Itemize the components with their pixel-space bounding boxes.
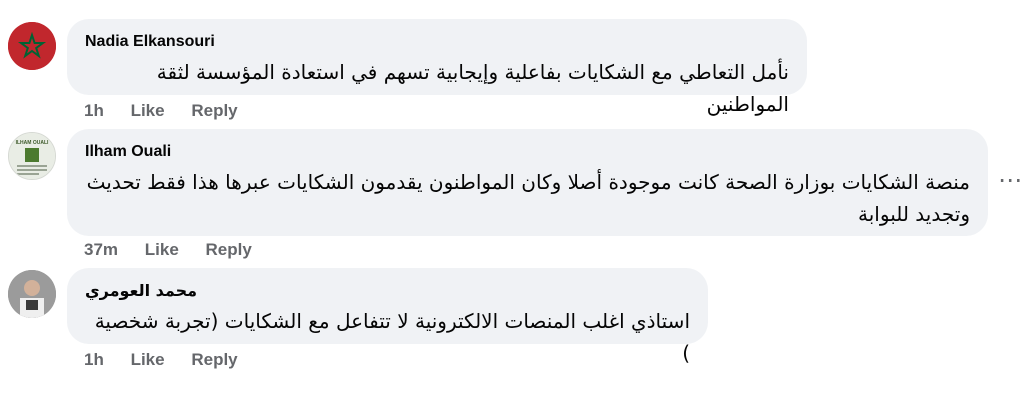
comment-text: منصة الشكايات بوزارة الصحة كانت موجودة أ… — [86, 170, 970, 226]
morocco-flag-icon — [8, 22, 56, 70]
comment-author[interactable]: Nadia Elkansouri — [85, 32, 789, 52]
comment-time[interactable]: 1h — [84, 101, 104, 121]
comment-time[interactable]: 37m — [84, 240, 118, 260]
comment-actions: 1h Like Reply — [84, 101, 260, 121]
comment-time[interactable]: 1h — [84, 350, 104, 370]
avatar-caption: ILHAM OUALI — [16, 140, 49, 146]
avatar-ilham[interactable]: ILHAM OUALI — [8, 132, 56, 180]
comment-author[interactable]: Ilham Ouali — [85, 142, 970, 162]
reply-button[interactable]: Reply — [191, 101, 237, 121]
reply-button[interactable]: Reply — [206, 240, 252, 260]
comment-author[interactable]: محمد العومري — [85, 281, 690, 301]
avatar-mohamed[interactable] — [8, 270, 56, 318]
like-button[interactable]: Like — [131, 350, 165, 370]
comment-actions: 1h Like Reply — [84, 350, 260, 370]
reply-button[interactable]: Reply — [191, 350, 237, 370]
comment-actions: 37m Like Reply — [84, 240, 274, 260]
like-button[interactable]: Like — [145, 240, 179, 260]
comment-bubble: Ilham Ouali منصة الشكايات بوزارة الصحة ك… — [67, 129, 988, 236]
ilham-ouali-logo: ILHAM OUALI — [9, 133, 55, 179]
avatar-nadia[interactable] — [8, 22, 56, 70]
like-button[interactable]: Like — [131, 101, 165, 121]
comment-bubble: Nadia Elkansouri نأمل التعاطي مع الشكايا… — [67, 19, 807, 116]
comment-bubble: محمد العومري استاذي اغلب المنصات الالكتر… — [67, 268, 708, 365]
profile-photo — [8, 270, 56, 318]
more-options-icon[interactable]: ⋯ — [998, 166, 1024, 195]
